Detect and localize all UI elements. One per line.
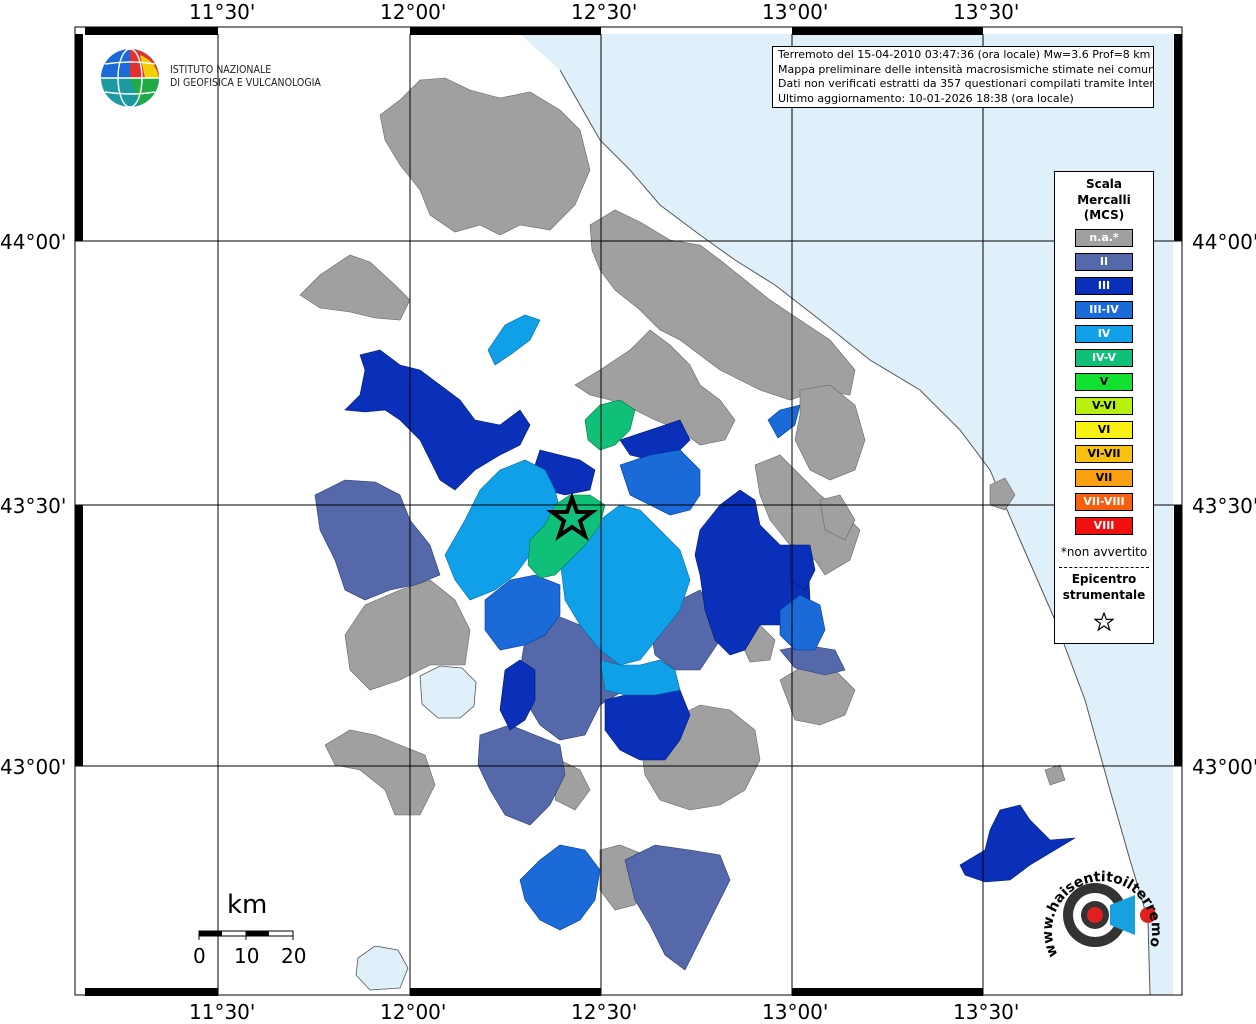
legend-swatch-4: IV	[1075, 325, 1133, 343]
lake-trasimeno	[419, 665, 477, 719]
info-line-1: Terremoto del 15-04-2010 03:47:36 (ora l…	[778, 48, 1151, 61]
legend-swatch-9: VI-VII	[1075, 445, 1133, 463]
mcs-legend: Scala Mercalli (MCS) n.a.* II III III-IV IV I…	[1054, 171, 1154, 644]
legend-swatch-6: V	[1075, 373, 1133, 391]
lon-label-top-5: 13°30'	[953, 0, 1020, 24]
logo-line-1: ISTITUTO NAZIONALE	[170, 64, 272, 76]
logo-line-2: DI GEOFISICA E VULCANOLOGIA	[170, 77, 321, 89]
na-valdichiana	[324, 729, 436, 816]
iii-coast-south	[959, 804, 1076, 883]
legend-note: *non avvertito	[1060, 545, 1148, 559]
info-line-2: Mappa preliminare delle intensità macros…	[778, 62, 1154, 76]
lat-label-left-3: 43°00'	[0, 755, 67, 779]
lon-label-top-4: 13°00'	[762, 0, 829, 24]
iii-deruta	[499, 659, 536, 731]
legend-title-3: (MCS)	[1083, 208, 1125, 222]
scale-bar	[198, 930, 294, 940]
legend-divider	[1059, 567, 1149, 568]
na-north-romagna	[379, 77, 591, 236]
legend-swatch-3: III-IV	[1075, 301, 1133, 319]
lon-label-bottom-3: 12°30'	[571, 1000, 638, 1024]
info-line-4: Ultimo aggiornamento: 10-01-2026 18:38 (…	[778, 91, 1074, 105]
lat-label-left-1: 44°00'	[0, 230, 67, 254]
legend-swatch-5: IV-V	[1075, 349, 1133, 367]
lon-label-top-2: 12°00'	[380, 0, 447, 24]
ingv-logo-text: ISTITUTO NAZIONALE DI GEOFISICA E VULCAN…	[170, 64, 321, 90]
legend-swatch-1: II	[1075, 253, 1133, 271]
legend-title: Scala Mercalli (MCS)	[1055, 177, 1153, 224]
ii-sansepolcro	[314, 479, 441, 601]
ingv-logo-globe	[101, 48, 159, 108]
scale-unit: km	[227, 890, 268, 920]
scale-tick-0: 0	[193, 944, 206, 968]
lake-bolsena	[355, 945, 409, 991]
lon-label-top-3: 12°30'	[571, 0, 638, 24]
ii-narni	[624, 844, 731, 971]
lon-label-top-1: 11°30'	[189, 0, 256, 24]
info-line-3: Dati non verificati estratti da 357 ques…	[778, 77, 1154, 91]
na-macerata	[779, 664, 856, 726]
scale-tick-20: 20	[281, 944, 307, 968]
na-montefeltro	[299, 254, 411, 321]
legend-swatch-11: VII-VIII	[1075, 493, 1133, 511]
legend-epicenter-2: strumentale	[1062, 588, 1146, 602]
lat-label-left-2: 43°30'	[0, 494, 67, 518]
legend-swatch-8: VI	[1075, 421, 1133, 439]
lon-label-bottom-1: 11°30'	[189, 1000, 256, 1024]
legend-swatch-7: V-VI	[1075, 397, 1133, 415]
legend-star-icon	[1094, 612, 1114, 632]
lon-label-bottom-2: 12°00'	[380, 1000, 447, 1024]
legend-title-2: Mercalli	[1077, 192, 1131, 207]
scale-tick-10: 10	[234, 944, 260, 968]
legend-swatch-12: VIII	[1075, 517, 1133, 535]
lon-label-bottom-5: 13°30'	[953, 1000, 1020, 1024]
legend-epicenter-1: Epicentro	[1071, 572, 1137, 586]
na-coast-small	[1044, 764, 1066, 786]
lat-label-right-2: 43°30'	[1192, 494, 1256, 518]
legend-swatch-2: III	[1075, 277, 1133, 295]
event-info-box: Terremoto del 15-04-2010 03:47:36 (ora l…	[772, 46, 1154, 108]
lat-label-right-3: 43°00'	[1192, 755, 1256, 779]
ii-todi	[477, 724, 566, 826]
iii-iv-terni-south	[519, 844, 601, 931]
legend-title-1: Scala	[1085, 177, 1123, 191]
iv-assisi	[599, 659, 681, 696]
iii-iv-coast-mid	[767, 404, 801, 439]
na-senigallia	[794, 384, 866, 481]
lat-label-right-1: 44°00'	[1192, 230, 1256, 254]
legend-swatch-10: VII	[1075, 469, 1133, 487]
iv-mercatello	[487, 314, 541, 366]
lon-label-bottom-4: 13°00'	[762, 1000, 829, 1024]
legend-swatch-0: n.a.*	[1075, 229, 1133, 247]
